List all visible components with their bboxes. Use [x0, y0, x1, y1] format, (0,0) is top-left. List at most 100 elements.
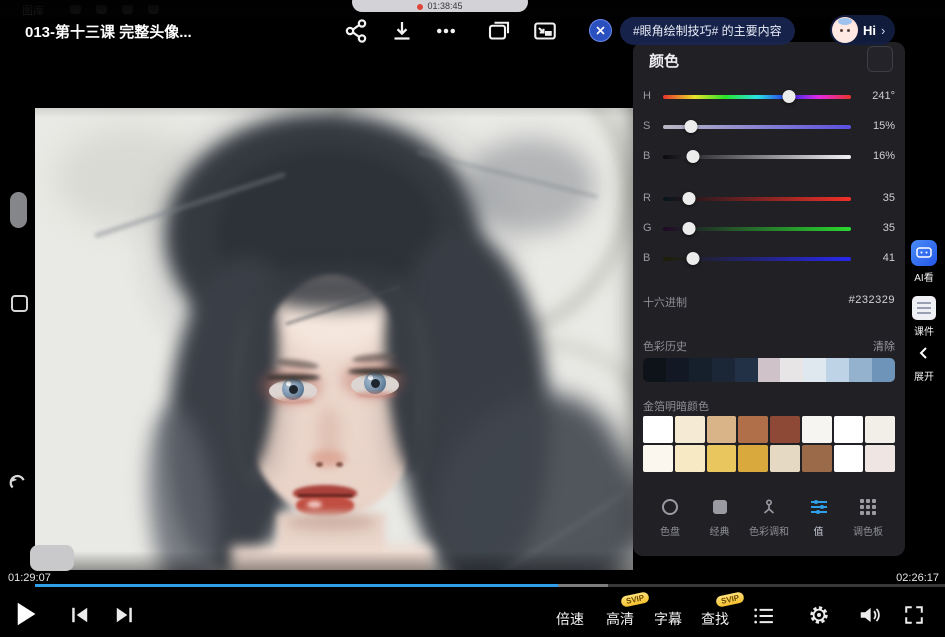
next-button[interactable]	[114, 606, 134, 624]
current-color-swatch[interactable]	[867, 46, 893, 72]
hue-slider[interactable]	[663, 95, 851, 99]
color-swatch[interactable]	[643, 445, 673, 472]
color-swatch[interactable]	[834, 416, 864, 443]
total-time: 02:26:17	[896, 572, 939, 584]
paint-shape	[465, 138, 595, 233]
color-swatch[interactable]	[666, 358, 689, 382]
slider-knob[interactable]	[683, 222, 696, 235]
courseware-icon	[912, 296, 936, 320]
color-swatch[interactable]	[643, 358, 666, 382]
painting-canvas[interactable]	[35, 108, 633, 570]
color-swatch[interactable]	[735, 358, 758, 382]
color-swatch[interactable]	[758, 358, 781, 382]
fullscreen-icon[interactable]	[904, 605, 924, 625]
tab-value[interactable]: 值	[798, 494, 840, 552]
assistant-pill[interactable]: Hi ›	[830, 15, 895, 45]
color-swatch[interactable]	[803, 358, 826, 382]
brush-size-slider[interactable]	[10, 192, 27, 228]
brush-icon[interactable]	[96, 5, 107, 14]
gallery-button[interactable]: 图库	[22, 2, 44, 18]
color-swatch[interactable]	[707, 416, 737, 443]
expand-button[interactable]: 展开	[903, 346, 945, 383]
color-swatch[interactable]	[872, 358, 895, 382]
slider-knob[interactable]	[687, 252, 700, 265]
modify-button[interactable]	[11, 295, 28, 312]
color-swatch[interactable]	[834, 445, 864, 472]
harmony-icon	[760, 498, 778, 516]
tab-palettes[interactable]: 调色板	[847, 494, 889, 552]
slider-knob[interactable]	[683, 192, 696, 205]
progress-bar[interactable]	[35, 584, 945, 587]
share-icon[interactable]	[344, 19, 368, 43]
video-title: 013-第十三课 完整头像...	[25, 21, 192, 42]
more-icon[interactable]	[434, 19, 458, 43]
paint-shape	[266, 374, 320, 381]
quality-button[interactable]: 高清	[606, 609, 634, 629]
screenshot-icon[interactable]	[487, 19, 511, 43]
paint-shape	[336, 462, 343, 467]
subtitles-button[interactable]: 字幕	[654, 609, 682, 629]
slider-knob[interactable]	[685, 120, 698, 133]
slider-label: S	[643, 120, 650, 132]
color-swatch[interactable]	[770, 445, 800, 472]
courseware-button[interactable]: 课件	[903, 296, 945, 338]
eraser-icon[interactable]	[148, 5, 159, 14]
find-button[interactable]: 查找	[701, 609, 729, 629]
color-swatch[interactable]	[643, 416, 673, 443]
color-swatch[interactable]	[826, 358, 849, 382]
blue-slider[interactable]	[663, 257, 851, 261]
adjustments-icon[interactable]	[70, 5, 81, 14]
color-swatch[interactable]	[738, 416, 768, 443]
classic-icon	[713, 498, 727, 516]
slider-knob[interactable]	[782, 90, 795, 103]
ai-watch-button[interactable]: AI看	[903, 240, 945, 284]
hex-label: 十六进制	[643, 294, 687, 310]
slider-label: G	[643, 222, 652, 234]
play-button[interactable]	[14, 601, 38, 627]
color-swatch[interactable]	[802, 445, 832, 472]
blue-slider-row: B 41	[633, 252, 905, 266]
slider-knob[interactable]	[687, 150, 700, 163]
playlist-icon[interactable]	[754, 607, 774, 625]
color-swatch[interactable]	[712, 358, 735, 382]
color-swatch[interactable]	[849, 358, 872, 382]
palette-row	[643, 445, 895, 472]
color-swatch[interactable]	[770, 416, 800, 443]
color-swatch[interactable]	[707, 445, 737, 472]
color-history-row: 色彩历史 清除	[643, 338, 895, 352]
settings-gear-icon[interactable]	[808, 604, 830, 626]
volume-icon[interactable]	[858, 604, 880, 626]
brightness-slider-row: B 16%	[633, 150, 905, 164]
red-slider[interactable]	[663, 197, 851, 201]
brightness-slider[interactable]	[663, 155, 851, 159]
tab-disc[interactable]: 色盘	[649, 494, 691, 552]
download-icon[interactable]	[390, 19, 414, 43]
color-swatch[interactable]	[675, 416, 705, 443]
paint-shape	[289, 385, 298, 394]
color-swatch[interactable]	[865, 416, 895, 443]
notification-pill[interactable]: #眼角绘制技巧# 的主要内容	[620, 17, 795, 45]
color-swatch[interactable]	[689, 358, 712, 382]
color-panel-title: 颜色	[649, 50, 679, 71]
tab-harmony[interactable]: 色彩调和	[748, 494, 790, 552]
color-swatch[interactable]	[865, 445, 895, 472]
tab-classic[interactable]: 经典	[699, 494, 741, 552]
smudge-icon[interactable]	[122, 5, 133, 14]
chevron-right-icon: ›	[881, 23, 885, 38]
avatar-eye	[840, 29, 843, 32]
speed-button[interactable]: 倍速	[556, 609, 584, 629]
previous-button[interactable]	[70, 606, 90, 624]
color-swatch[interactable]	[802, 416, 832, 443]
corner-widget[interactable]	[30, 545, 74, 571]
color-swatch[interactable]	[738, 445, 768, 472]
undo-button[interactable]	[8, 473, 28, 493]
color-swatch[interactable]	[675, 445, 705, 472]
saturation-slider[interactable]	[663, 125, 851, 129]
color-swatch[interactable]	[780, 358, 803, 382]
notification-close-button[interactable]	[589, 19, 612, 42]
green-slider[interactable]	[663, 227, 851, 231]
clear-history-button[interactable]: 清除	[873, 338, 895, 354]
slider-label: B	[643, 252, 650, 264]
avatar	[832, 17, 858, 43]
pip-icon[interactable]	[533, 19, 557, 43]
